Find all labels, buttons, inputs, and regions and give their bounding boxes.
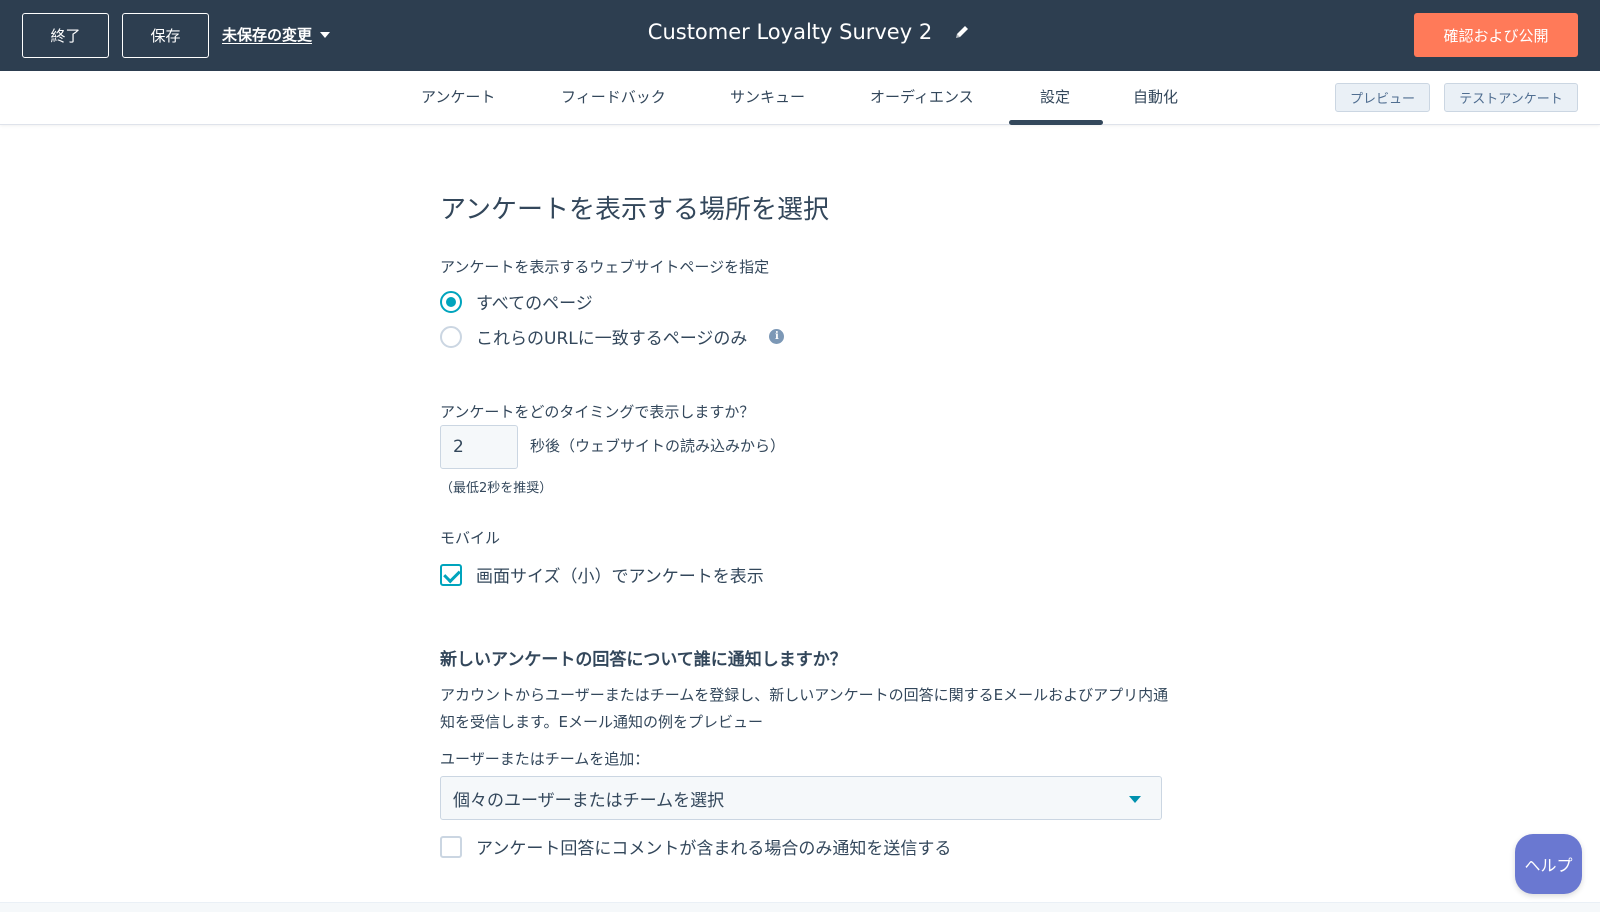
survey-title-group: Customer Loyalty Survey 2	[648, 20, 970, 44]
caret-down-icon	[320, 31, 331, 38]
exit-button[interactable]: 終了	[22, 13, 109, 58]
tab-audience[interactable]: オーディエンス	[870, 86, 974, 107]
delay-seconds-input[interactable]	[440, 425, 518, 469]
tab-settings[interactable]: 設定	[1040, 86, 1070, 107]
radio-matching-urls-label: これらのURLに一致するページのみ	[476, 329, 748, 349]
tab-feedback[interactable]: フィードバック	[561, 86, 666, 107]
checkbox-comment-only[interactable]: アンケート回答にコメントが含まれる場合のみ通知を送信する	[440, 834, 951, 859]
checkbox-unchecked[interactable]	[440, 835, 462, 858]
unsaved-changes-dropdown[interactable]: 未保存の変更	[222, 24, 331, 45]
checkbox-mobile-label: 画面サイズ（小）でアンケートを表示	[476, 567, 764, 587]
checkbox-comment-only-label: アンケート回答にコメントが含まれる場合のみ通知を送信する	[476, 839, 952, 859]
tab-thank-you[interactable]: サンキュー	[730, 86, 805, 107]
bottom-strip	[0, 902, 1600, 912]
tab-survey[interactable]: アンケート	[421, 86, 495, 107]
radio-all-pages[interactable]: すべてのページ	[440, 289, 593, 314]
users-teams-select[interactable]: 個々のユーザーまたはチームを選択	[440, 776, 1162, 820]
top-bar: 終了 保存 未保存の変更 Customer Loyalty Survey 2 確…	[0, 0, 1600, 71]
page-title: アンケートを表示する場所を選択	[440, 195, 829, 225]
tab-automation[interactable]: 自動化	[1133, 86, 1178, 107]
active-tab-indicator	[1009, 120, 1103, 125]
add-users-label: ユーザーまたはチームを追加：	[440, 750, 650, 768]
tab-bar: アンケート フィードバック サンキュー オーディエンス 設定 自動化 プレビュー…	[0, 71, 1600, 125]
help-button[interactable]: ヘルプ	[1515, 834, 1582, 894]
notify-description: アカウントからユーザーまたはチームを登録し、新しいアンケートの回答に関するEメー…	[440, 686, 1169, 731]
radio-selected[interactable]	[440, 290, 462, 313]
preview-button[interactable]: プレビュー	[1335, 83, 1430, 112]
info-icon[interactable]: i	[769, 329, 785, 344]
test-survey-button[interactable]: テストアンケート	[1444, 83, 1578, 112]
radio-unselected[interactable]	[440, 325, 462, 348]
timing-suffix: 秒後（ウェブサイトの読み込みから）	[530, 437, 786, 455]
radio-all-pages-label: すべてのページ	[476, 294, 593, 314]
caret-down-icon	[1129, 796, 1141, 803]
radio-matching-urls[interactable]: これらのURLに一致するページのみ i	[440, 324, 785, 349]
timing-hint: （最低2秒を推奨）	[440, 481, 553, 496]
save-button[interactable]: 保存	[122, 13, 209, 58]
notify-heading: 新しいアンケートの回答について誰に通知しますか？	[440, 650, 847, 670]
users-teams-select-placeholder: 個々のユーザーまたはチームを選択	[453, 790, 725, 811]
review-publish-button[interactable]: 確認および公開	[1414, 13, 1578, 57]
checkbox-mobile[interactable]: 画面サイズ（小）でアンケートを表示	[440, 562, 764, 587]
survey-title: Customer Loyalty Survey 2	[647, 20, 933, 44]
pages-label: アンケートを表示するウェブサイトページを指定	[440, 258, 770, 276]
checkbox-checked[interactable]	[440, 563, 462, 586]
pencil-icon[interactable]	[954, 24, 970, 40]
mobile-label: モバイル	[440, 529, 501, 547]
unsaved-changes-label: 未保存の変更	[222, 26, 313, 44]
timing-label: アンケートをどのタイミングで表示しますか？	[440, 403, 755, 421]
